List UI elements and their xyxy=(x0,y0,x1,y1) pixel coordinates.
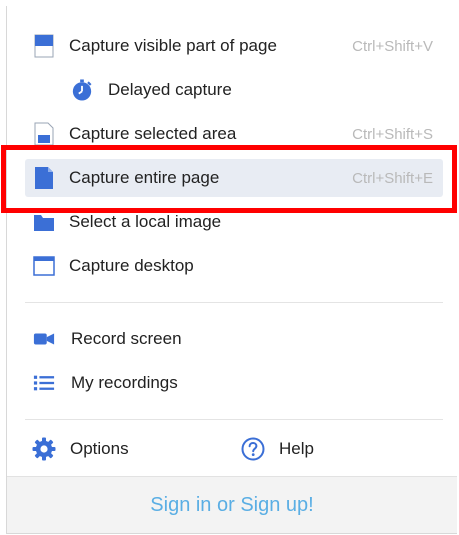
menu-separator xyxy=(25,419,443,420)
help-icon xyxy=(241,437,265,461)
help-button[interactable]: Help xyxy=(241,430,314,468)
menu-item-select-local-image[interactable]: Select a local image xyxy=(25,203,443,241)
page-icon xyxy=(34,34,54,58)
shortcut-label: Ctrl+Shift+S xyxy=(352,125,433,143)
menu-item-label: Select a local image xyxy=(69,212,222,231)
gear-icon xyxy=(32,437,56,461)
menu-item-label: Capture visible part of page xyxy=(69,36,277,55)
sign-in-link[interactable]: Sign in or Sign up! xyxy=(150,494,313,517)
entire-page-icon xyxy=(35,167,53,189)
menu-item-label: Record screen xyxy=(71,329,182,348)
menu-item-delayed-capture[interactable]: Delayed capture xyxy=(25,71,443,109)
menu-item-capture-entire-page[interactable]: Capture entire page Ctrl+Shift+E xyxy=(25,159,443,197)
menu-item-label: Capture desktop xyxy=(69,256,194,275)
video-camera-icon xyxy=(33,333,55,345)
menu-item-capture-desktop[interactable]: Capture desktop xyxy=(25,247,443,285)
menu-item-label: Capture selected area xyxy=(69,124,237,143)
selected-area-icon xyxy=(34,122,54,146)
capture-menu: Capture visible part of page Ctrl+Shift+… xyxy=(6,6,457,534)
menu-item-capture-visible[interactable]: Capture visible part of page Ctrl+Shift+… xyxy=(25,27,443,65)
desktop-window-icon xyxy=(33,256,55,276)
shortcut-label: Ctrl+Shift+E xyxy=(352,169,433,187)
folder-icon xyxy=(34,215,54,231)
menu-item-label: My recordings xyxy=(71,373,178,392)
options-button[interactable]: Options xyxy=(32,430,129,468)
menu-item-record-screen[interactable]: Record screen xyxy=(25,320,443,358)
menu-item-my-recordings[interactable]: My recordings xyxy=(25,364,443,402)
options-label: Options xyxy=(70,439,129,458)
list-icon xyxy=(33,375,55,391)
menu-item-label: Delayed capture xyxy=(108,80,232,99)
menu-footer: Sign in or Sign up! xyxy=(7,476,457,533)
menu-item-capture-selected-area[interactable]: Capture selected area Ctrl+Shift+S xyxy=(25,115,443,153)
shortcut-label: Ctrl+Shift+V xyxy=(352,37,433,55)
timer-icon xyxy=(72,79,92,101)
help-label: Help xyxy=(279,439,314,458)
menu-separator xyxy=(25,302,443,303)
menu-item-label: Capture entire page xyxy=(69,168,220,187)
